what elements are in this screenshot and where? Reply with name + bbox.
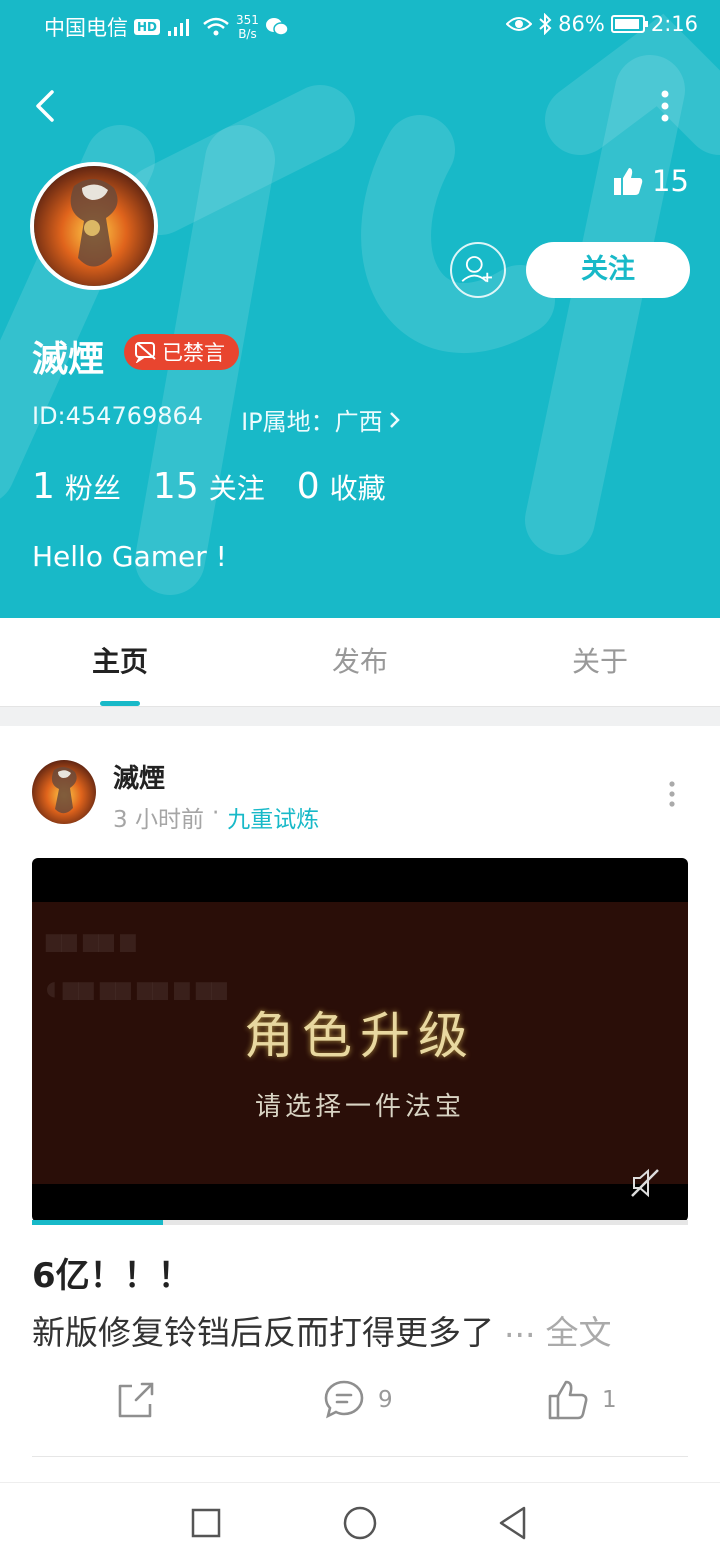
video-ghost-row: ▆▆ ▆▆ ▆ xyxy=(46,928,136,952)
wechat-icon xyxy=(265,18,289,36)
wifi-icon xyxy=(203,17,229,36)
hd-badge: HD xyxy=(134,19,161,35)
profile-tabs: 主页 发布 关于 xyxy=(0,618,720,706)
like-button[interactable]: 1 xyxy=(546,1378,617,1422)
profile-stats: 1 粉丝 15 关注 0 收藏 xyxy=(32,466,418,507)
comment-icon xyxy=(324,1380,364,1419)
post-meta: 3 小时前 · 九重试炼 xyxy=(113,800,319,834)
fans-count[interactable]: 1 xyxy=(32,466,55,507)
nav-recents-icon[interactable] xyxy=(186,1503,226,1543)
like-count: 1 xyxy=(602,1387,617,1413)
thumbs-up-icon xyxy=(614,168,643,195)
following-count[interactable]: 15 xyxy=(153,466,199,507)
ip-location-label: IP属地：广西 xyxy=(241,408,383,436)
comment-count: 9 xyxy=(378,1387,393,1413)
signal-icon xyxy=(168,19,190,36)
id-line: ID:454769864 IP属地：广西 xyxy=(32,402,401,437)
following-label[interactable]: 关注 xyxy=(209,467,265,507)
tab-home[interactable]: 主页 xyxy=(0,618,240,706)
system-nav-bar xyxy=(0,1482,720,1560)
video-progress-bar xyxy=(32,1220,688,1225)
net-speed: 351 B/s xyxy=(236,13,259,41)
read-more-link[interactable]: 全文 xyxy=(545,1306,611,1354)
post-more-icon[interactable] xyxy=(658,776,686,812)
avatar[interactable] xyxy=(30,162,158,290)
banned-badge-label: 已禁言 xyxy=(162,341,225,365)
banned-badge: 已禁言 xyxy=(124,334,239,370)
post-video[interactable]: ▆▆ ▆▆ ▆ ◖ ▆▆ ▆▆ ▆▆ ▆ ▆▆ 角色升级 请选择一件法宝 xyxy=(32,858,688,1222)
video-progress-fill xyxy=(32,1220,164,1225)
follow-button[interactable]: 关注 xyxy=(526,242,690,298)
avatar-image xyxy=(34,166,154,286)
fans-label[interactable]: 粉丝 xyxy=(65,467,121,507)
status-bar: 中国电信 HD 351 B/s 86% 2:16 xyxy=(0,0,720,52)
post-divider xyxy=(32,1456,688,1457)
like-icon xyxy=(548,1380,588,1420)
eye-icon xyxy=(506,17,533,31)
tab-about[interactable]: 关于 xyxy=(480,618,720,706)
video-title-text: 角色升级 xyxy=(244,1007,476,1065)
battery-icon xyxy=(610,15,648,33)
clock: 2:16 xyxy=(650,12,698,36)
add-friend-icon[interactable] xyxy=(450,242,506,298)
nav-home-icon[interactable] xyxy=(340,1503,380,1543)
bluetooth-icon xyxy=(539,13,552,35)
post-time: 3 小时前 xyxy=(113,807,204,833)
post-body[interactable]: 新版修复铃铛后反而打得更多了 ... 全文 xyxy=(32,1306,611,1354)
video-subtitle-text: 请选择一件法宝 xyxy=(254,1092,465,1122)
post-title[interactable]: 6亿！！！ xyxy=(32,1248,192,1297)
share-icon xyxy=(118,1382,154,1418)
post-author[interactable]: 滅煙 xyxy=(113,758,165,795)
post-body-text: 新版修复铃铛后反而打得更多了 xyxy=(32,1313,494,1352)
share-button[interactable] xyxy=(114,1378,158,1422)
net-speed-value: 351 xyxy=(236,13,259,27)
favorites-label[interactable]: 收藏 xyxy=(330,467,386,507)
post-actions: 9 1 xyxy=(0,1378,720,1428)
user-id: ID:454769864 xyxy=(32,402,204,430)
more-vertical-icon[interactable] xyxy=(650,86,680,126)
post-avatar[interactable] xyxy=(32,760,96,824)
profile-name: 滅煙 xyxy=(32,339,105,380)
tab-posts[interactable]: 发布 xyxy=(240,618,480,706)
profile-header: 中国电信 HD 351 B/s 86% 2:16 15 关注 滅煙 已禁言 ID… xyxy=(0,0,720,618)
ip-location[interactable]: IP属地：广西 xyxy=(241,402,401,437)
muted-chat-icon xyxy=(135,342,156,363)
section-separator xyxy=(0,706,720,726)
taptap-watermark xyxy=(0,13,720,595)
post-ellipsis: ... xyxy=(504,1306,536,1345)
post-avatar-image xyxy=(32,760,96,824)
post-topic[interactable]: 九重试炼 xyxy=(227,800,319,834)
mute-icon[interactable] xyxy=(628,1166,662,1200)
profile-likes-count: 15 xyxy=(652,164,689,198)
profile-bio: Hello Gamer ! xyxy=(32,540,227,573)
nav-back-icon[interactable] xyxy=(494,1503,534,1543)
meta-dot: · xyxy=(211,800,220,826)
favorites-count[interactable]: 0 xyxy=(297,466,320,507)
chevron-right-icon xyxy=(389,411,400,428)
net-speed-unit: B/s xyxy=(238,27,257,41)
carrier-text: 中国电信 xyxy=(44,16,128,40)
comment-button[interactable]: 9 xyxy=(322,1378,393,1422)
back-arrow-icon[interactable] xyxy=(28,84,68,128)
profile-likes: 15 xyxy=(612,164,689,198)
battery-percent: 86% xyxy=(558,12,605,36)
